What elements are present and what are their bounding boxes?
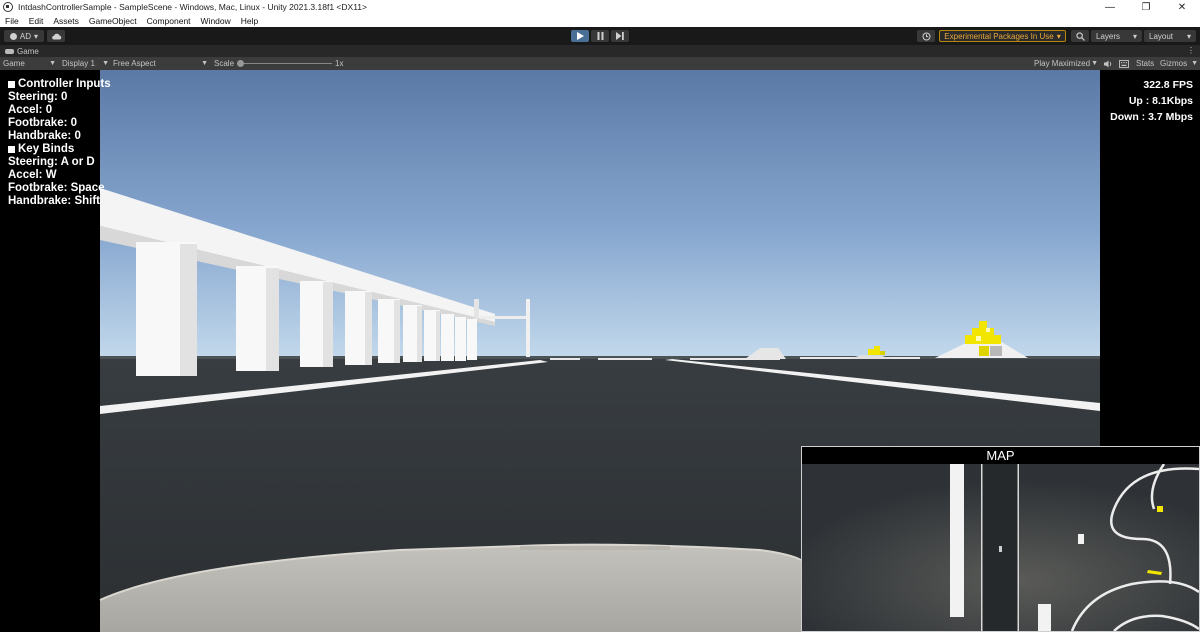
keyboard-icon xyxy=(1119,59,1129,68)
menu-assets[interactable]: Assets xyxy=(48,16,84,26)
chevron-down-icon: ▼ xyxy=(49,60,56,67)
play-button[interactable] xyxy=(571,30,589,42)
gizmos-dropdown[interactable]: Gizmos ▼ xyxy=(1160,57,1198,70)
minimize-button[interactable]: — xyxy=(1092,0,1128,14)
gizmos-label: Gizmos xyxy=(1160,59,1188,68)
step-icon xyxy=(616,32,624,40)
accel-keybind: Accel: W xyxy=(8,169,57,181)
menu-window[interactable]: Window xyxy=(196,16,236,26)
network-stats-hud: 322.8 FPS Up : 8.1Kbps Down : 3.7 Mbps xyxy=(1110,77,1193,125)
minimap-render xyxy=(802,464,1199,631)
play-maximized-dropdown[interactable]: Play Maximized ▼ xyxy=(1034,57,1098,70)
menu-edit[interactable]: Edit xyxy=(24,16,49,26)
player-car-marker xyxy=(999,546,1002,552)
bullet-icon xyxy=(8,146,15,153)
stats-toggle[interactable]: Stats xyxy=(1136,57,1154,70)
mute-audio-button[interactable] xyxy=(1104,57,1113,70)
aspect-label: Free Aspect xyxy=(113,59,156,68)
key-binds-title: Key Binds xyxy=(18,143,75,155)
account-dropdown[interactable]: AD ▾ xyxy=(4,30,44,42)
tab-bar: Game ⋮ xyxy=(0,45,1200,57)
footbrake-keybind: Footbrake: Space xyxy=(8,182,105,194)
menu-file[interactable]: File xyxy=(0,16,24,26)
search-button[interactable] xyxy=(1071,30,1089,42)
display-label: Display 1 xyxy=(62,59,95,68)
chevron-down-icon: ▼ xyxy=(102,60,109,67)
layers-dropdown[interactable]: Layers ▾ xyxy=(1091,30,1142,42)
shortcuts-button[interactable] xyxy=(1119,57,1129,70)
minimap: MAP xyxy=(801,446,1200,632)
chevron-down-icon: ▼ xyxy=(1091,60,1098,67)
controller-inputs-heading: Controller Inputs xyxy=(8,78,111,91)
main-toolbar: AD ▾ Experimental Packages In Use ▾ Laye… xyxy=(0,27,1200,45)
menu-component[interactable]: Component xyxy=(142,16,196,26)
step-button[interactable] xyxy=(611,30,629,42)
steering-value: Steering: 0 xyxy=(8,91,68,103)
window-controls: — ❐ ✕ xyxy=(1092,0,1200,14)
chevron-down-icon: ▼ xyxy=(201,60,208,67)
view-mode-dropdown[interactable]: Game ▼ xyxy=(3,57,56,70)
speaker-icon xyxy=(1104,60,1112,67)
tab-game[interactable]: Game xyxy=(0,45,39,57)
menu-gameobject[interactable]: GameObject xyxy=(84,16,142,26)
menu-bar: File Edit Assets GameObject Component Wi… xyxy=(0,14,1200,27)
unity-logo-icon xyxy=(3,2,13,12)
search-icon xyxy=(1075,31,1085,41)
cloud-icon xyxy=(51,33,61,39)
view-mode-label: Game xyxy=(3,59,25,68)
play-maximized-label: Play Maximized xyxy=(1034,59,1091,68)
layout-dropdown[interactable]: Layout ▾ xyxy=(1144,30,1196,42)
tab-game-label: Game xyxy=(17,46,39,56)
controller-inputs-title: Controller Inputs xyxy=(18,78,111,90)
footbrake-value: Footbrake: 0 xyxy=(8,117,78,129)
close-button[interactable]: ✕ xyxy=(1164,0,1200,14)
cloud-button[interactable] xyxy=(47,30,65,42)
key-binds-heading: Key Binds xyxy=(8,143,111,156)
scale-slider-track[interactable] xyxy=(240,63,332,64)
handbrake-value: Handbrake: 0 xyxy=(8,130,81,142)
maximize-button[interactable]: ❐ xyxy=(1128,0,1164,14)
experimental-packages-label: Experimental Packages In Use xyxy=(944,31,1054,41)
account-icon xyxy=(9,32,17,40)
history-icon xyxy=(922,32,930,40)
layers-label: Layers xyxy=(1096,31,1121,41)
display-dropdown[interactable]: Display 1 ▼ xyxy=(62,57,109,70)
bullet-icon xyxy=(8,81,15,88)
more-options-icon[interactable]: ⋮ xyxy=(1187,45,1195,57)
pause-icon xyxy=(597,32,603,40)
window-title: IntdashControllerSample - SampleScene - … xyxy=(18,2,367,12)
accel-value: Accel: 0 xyxy=(8,104,53,116)
game-viewport[interactable]: Controller Inputs Steering: 0 Accel: 0 F… xyxy=(0,70,1200,632)
play-icon xyxy=(576,32,584,40)
upload-rate: Up : 8.1Kbps xyxy=(1128,95,1193,107)
chevron-down-icon: ▾ xyxy=(1186,31,1191,41)
account-label: AD xyxy=(19,31,32,41)
steering-keybind: Steering: A or D xyxy=(8,156,95,168)
chevron-down-icon: ▾ xyxy=(1132,31,1137,41)
undo-history-button[interactable] xyxy=(917,30,935,42)
game-view-controls: Game ▼ Display 1 ▼ Free Aspect ▼ Scale 1… xyxy=(0,57,1200,70)
pause-button[interactable] xyxy=(591,30,609,42)
aspect-dropdown[interactable]: Free Aspect ▼ xyxy=(113,57,208,70)
layout-label: Layout xyxy=(1149,31,1174,41)
menu-help[interactable]: Help xyxy=(236,16,263,26)
chevron-down-icon: ▾ xyxy=(1056,31,1061,41)
download-rate: Down : 3.7 Mbps xyxy=(1110,111,1193,123)
minimap-cone-marker xyxy=(1157,506,1163,512)
title-bar: IntdashControllerSample - SampleScene - … xyxy=(0,0,1200,14)
controller-hud: Controller Inputs Steering: 0 Accel: 0 F… xyxy=(8,78,111,208)
minimap-bridge xyxy=(950,464,964,617)
handbrake-keybind: Handbrake: Shift xyxy=(8,195,101,207)
chevron-down-icon: ▾ xyxy=(34,31,39,41)
experimental-packages-button[interactable]: Experimental Packages In Use ▾ xyxy=(939,30,1066,42)
chevron-down-icon: ▼ xyxy=(1191,60,1198,67)
scale-value: 1x xyxy=(335,59,344,68)
scale-slider-handle[interactable] xyxy=(237,60,244,67)
scale-label: Scale xyxy=(214,59,235,68)
minimap-title: MAP xyxy=(802,447,1199,464)
gamepad-icon xyxy=(5,48,14,54)
fps-counter: 322.8 FPS xyxy=(1143,79,1193,91)
